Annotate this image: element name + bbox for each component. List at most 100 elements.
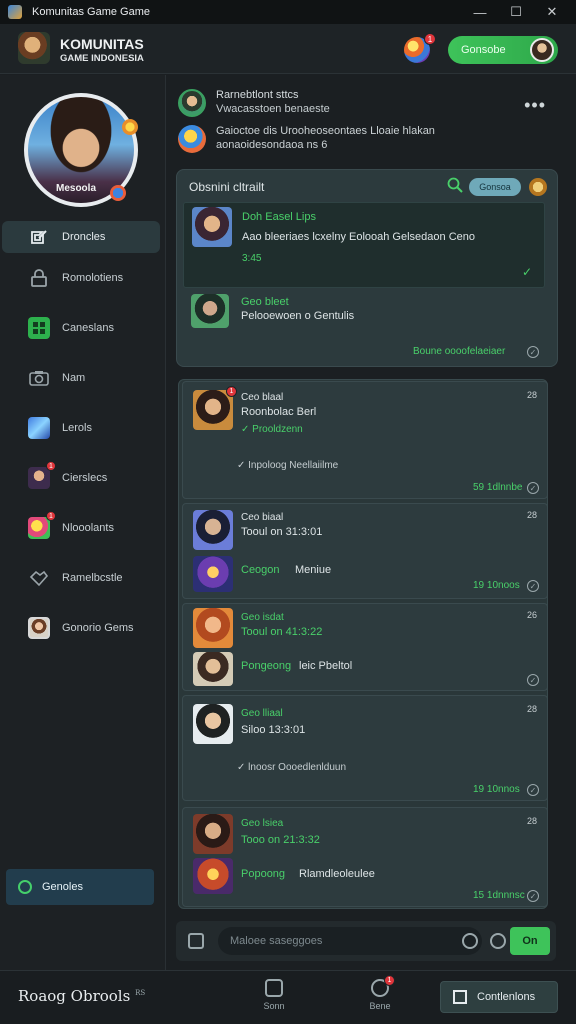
handshake-icon	[28, 567, 50, 589]
post-subtitle: Vwacasstoen benaeste	[216, 103, 330, 115]
sidebar-item-label: Cierslecs	[62, 472, 108, 484]
level-badge-icon	[122, 119, 138, 135]
attach-icon[interactable]	[490, 933, 506, 949]
app-header: KOMUNITAS GAME INDONESIA 1 Gonsobe	[0, 24, 576, 74]
sidebar-item-nam[interactable]: Nam	[0, 353, 166, 403]
see-all-link[interactable]: Boune oooofelaeiaer	[413, 346, 505, 357]
post-body-line1: Gaioctoe dis Urooheoseontaes Lloaie hlak…	[216, 125, 435, 137]
message-time: 28	[527, 704, 538, 714]
message-line: Popoong	[241, 868, 286, 880]
message-card[interactable]: 1 Ceo blaal Roonbolac Berl ✓ Prooldzenn …	[182, 381, 548, 499]
message-extra: leic Pbeltol	[299, 660, 353, 672]
chat-time: 3:45	[242, 253, 262, 264]
notifications-icon[interactable]: 1	[404, 33, 436, 63]
footer-brand-label: Roaog Obrools	[18, 987, 131, 1005]
chat-avatar	[191, 294, 229, 328]
message-avatar	[193, 608, 233, 648]
search-icon[interactable]	[447, 177, 463, 193]
message-attachment	[193, 556, 233, 592]
upload-icon[interactable]	[188, 933, 204, 949]
footer-brand-sup: RS	[135, 989, 146, 997]
sidebar-item-label: Nam	[62, 372, 86, 384]
item-badge: 1	[46, 511, 56, 521]
status-ring-icon	[18, 880, 32, 894]
profile-name: Mesoola	[56, 183, 97, 194]
message-card[interactable]: Geo lsiea Tooo on 21:3:32 Popoong Rlamdl…	[182, 807, 548, 907]
message-sender: Geo lliaal	[241, 708, 283, 719]
message-footer: 15 1dnnnsc	[473, 890, 525, 901]
message-avatar	[193, 814, 233, 854]
window-title: Komunitas Game Game	[32, 6, 150, 18]
sidebar-item-caneslans[interactable]: Caneslans	[0, 303, 166, 353]
game-icon	[28, 417, 50, 439]
sidebar-item-label: Nlooolants	[62, 522, 114, 534]
profile-avatar[interactable]: Mesoola	[24, 93, 138, 207]
chat-name[interactable]: Geo bleet	[241, 296, 289, 308]
app-icon	[8, 5, 22, 19]
connections-label: Contlenlons	[477, 991, 536, 1003]
message-time: 28	[527, 816, 538, 826]
connections-button[interactable]: Contlenlons	[440, 981, 558, 1013]
sidebar-item-gonorio-gems[interactable]: Gonorio Gems	[0, 603, 166, 653]
message-avatar	[193, 510, 233, 550]
brand-logo[interactable]	[18, 32, 50, 64]
character-icon	[28, 467, 50, 489]
qr-icon	[453, 990, 467, 1004]
chat-item-selected[interactable]: Doh Easel Lips Aao bleeriaes lcxelny Eol…	[183, 202, 545, 288]
message-card[interactable]: Ceo biaal Tooul on 31:3:01 Ceogon Meniue…	[182, 503, 548, 599]
grid-icon	[265, 979, 283, 997]
check-circle-icon: ✓	[527, 890, 539, 902]
sidebar-item-ramelbcstle[interactable]: Ramelbcstle	[0, 553, 166, 603]
message-title: Tooo on 21:3:32	[241, 834, 320, 846]
minimize-button[interactable]: —	[462, 0, 498, 24]
post-author-avatar[interactable]	[178, 89, 206, 117]
message-avatar	[193, 704, 233, 744]
header-action-button[interactable]: Gonsobe	[448, 36, 558, 64]
sidebar-bottom-button[interactable]: Genoles	[6, 869, 154, 905]
chat-avatar	[192, 207, 232, 247]
message-card[interactable]: Geo lliaal Siloo 13:3:01 ✓ lnoosr Oooedl…	[182, 695, 548, 801]
main-content: Rarnebtlont sttcs Vwacasstoen benaeste •…	[166, 75, 576, 970]
message-time: 28	[527, 510, 538, 520]
sidebar-nav: Droncles Romolotiens Caneslans Nam Lerol…	[0, 221, 166, 653]
panel-title: Obsnini cltrailt	[189, 180, 265, 194]
message-attachment	[193, 858, 233, 894]
chat-preview: Pelooewoen o Gentulis	[241, 310, 355, 322]
message-card[interactable]: Geo isdat Tooul on 41:3:22 Pongeong leic…	[182, 603, 548, 691]
bottom-badge: 1	[384, 975, 395, 986]
sidebar-item-romolotiens[interactable]: Romolotiens	[0, 253, 166, 303]
message-input[interactable]: Maloee saseggoes	[218, 927, 482, 955]
message-line: Ceogon	[241, 564, 280, 576]
send-button[interactable]: On	[510, 927, 550, 955]
bottom-nav-item-sonn[interactable]: Sonn	[254, 979, 294, 1017]
panel-avatar[interactable]	[529, 178, 547, 196]
sidebar-item-label: Romolotiens	[62, 272, 124, 284]
message-footer: 19 10noos	[473, 580, 520, 591]
message-footer: 59 1dlnnbe	[473, 482, 523, 493]
user-avatar[interactable]	[530, 38, 554, 62]
chat-panel: Obsnini cltrailt Gonsoa Doh Easel Lips A…	[176, 169, 558, 367]
check-circle-icon: ✓	[527, 784, 539, 796]
brand-title: KOMUNITAS	[60, 36, 144, 52]
message-sender: Geo isdat	[241, 612, 284, 623]
sidebar-item-lerols[interactable]: Lerols	[0, 403, 166, 453]
sidebar-item-droncles[interactable]: Droncles	[2, 221, 160, 253]
grid-icon	[28, 317, 50, 339]
bottom-nav-item-bene[interactable]: 1 Bene	[360, 975, 400, 1017]
message-sender: Ceo biaal	[241, 512, 284, 523]
sidebar-item-label: Caneslans	[62, 322, 114, 334]
more-options-icon[interactable]: •••	[524, 95, 546, 116]
chat-name: Doh Easel Lips	[242, 211, 316, 223]
sidebar-item-cierslecs[interactable]: 1 Cierslecs	[0, 453, 166, 503]
maximize-button[interactable]: ☐	[498, 0, 534, 24]
emoji-icon[interactable]	[462, 933, 478, 949]
message-status: ✓ Prooldzenn	[241, 424, 303, 435]
message-line: ✓ lnoosr Oooedlenlduun	[237, 762, 347, 773]
fruit-icon	[28, 517, 50, 539]
close-button[interactable]: ✕	[534, 0, 570, 24]
message-extra: Rlamdleoleulee	[299, 868, 375, 880]
header-action-label: Gonsobe	[461, 44, 506, 56]
sidebar-item-nlooolants[interactable]: 1 Nlooolants	[0, 503, 166, 553]
item-badge: 1	[46, 461, 56, 471]
panel-filter-pill[interactable]: Gonsoa	[469, 178, 521, 196]
